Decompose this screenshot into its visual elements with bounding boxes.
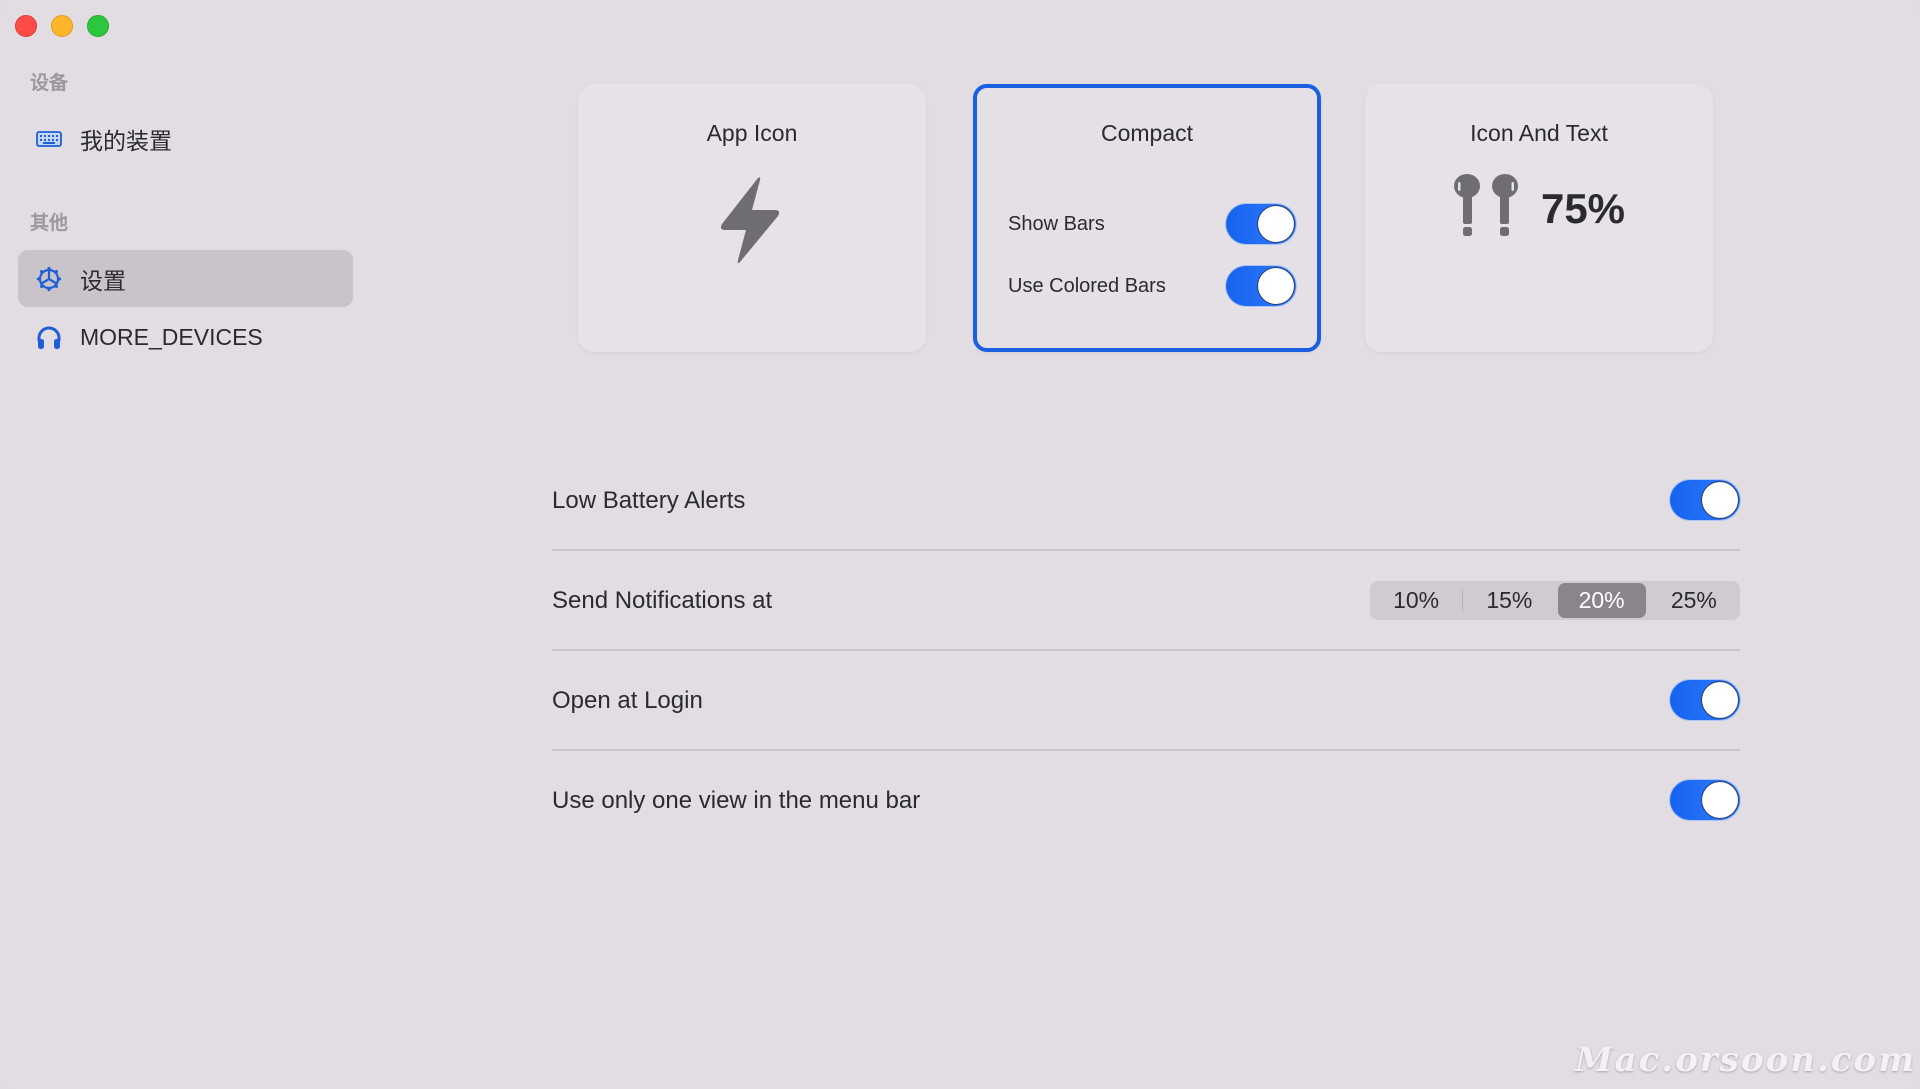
card-title: Icon And Text [1470,120,1608,146]
low-battery-alerts-toggle[interactable] [1670,480,1740,520]
toggle-knob [1702,682,1738,718]
sidebar-section-devices-header: 设备 [30,73,69,94]
gear-icon [36,266,62,292]
divider [552,549,1740,551]
sidebar-item-my-device[interactable]: 我的装置 [18,110,353,167]
display-mode-card-compact[interactable]: Compact Show Bars Use Colored Bars [973,84,1321,352]
sidebar-item-label: 设置 [80,267,126,294]
sidebar-item-settings[interactable]: 设置 [18,250,353,307]
threshold-option-20[interactable]: 20% [1557,583,1646,618]
one-view-menu-bar-toggle[interactable] [1670,780,1740,820]
icon-and-text-preview: 75% [1365,174,1713,243]
segment-separator [1462,589,1464,612]
open-at-login-toggle[interactable] [1670,680,1740,720]
airpods-icon [1453,174,1519,243]
send-notifications-label: Send Notifications at [552,587,773,614]
use-colored-bars-toggle[interactable] [1226,266,1296,306]
threshold-option-15[interactable]: 15% [1465,583,1553,618]
toggle-knob [1258,206,1294,242]
card-title: App Icon [706,120,798,146]
show-bars-toggle[interactable] [1226,204,1296,244]
show-bars-label: Show Bars [1008,213,1105,235]
divider [552,649,1740,651]
toggle-knob [1258,268,1294,304]
card-title: Compact [1100,120,1194,146]
bolt-icon [718,176,782,269]
toggle-knob [1702,482,1738,518]
low-battery-alerts-label: Low Battery Alerts [552,487,746,514]
display-mode-card-icon-and-text[interactable]: Icon And Text 75% [1365,84,1713,352]
use-colored-bars-label: Use Colored Bars [1008,275,1166,297]
sidebar-item-more-devices[interactable]: MORE_DEVICES [18,309,353,366]
threshold-option-10[interactable]: 10% [1372,583,1460,618]
watermark: Mac.orsoon.com [1575,1040,1917,1080]
battery-percentage: 75% [1540,184,1626,232]
divider [552,749,1740,751]
app-window: 设备 我的装置 其他 设置 MORE_DEVICES App Icon Comp… [0,0,1920,1089]
one-view-menu-bar-label: Use only one view in the menu bar [552,787,921,814]
sidebar-item-label: 我的装置 [80,127,172,154]
keyboard-icon [36,126,62,152]
sidebar-section-other-header: 其他 [30,213,69,234]
sidebar-item-label: MORE_DEVICES [80,324,263,350]
notification-threshold-segmented-control[interactable]: 10% 15% 20% 25% [1370,581,1740,620]
display-mode-card-app-icon[interactable]: App Icon [578,84,926,352]
headphones-icon [36,325,62,351]
open-at-login-label: Open at Login [552,687,703,714]
toggle-knob [1702,782,1738,818]
sidebar: 设备 我的装置 其他 设置 MORE_DEVICES [0,0,360,1089]
threshold-option-25[interactable]: 25% [1650,583,1738,618]
